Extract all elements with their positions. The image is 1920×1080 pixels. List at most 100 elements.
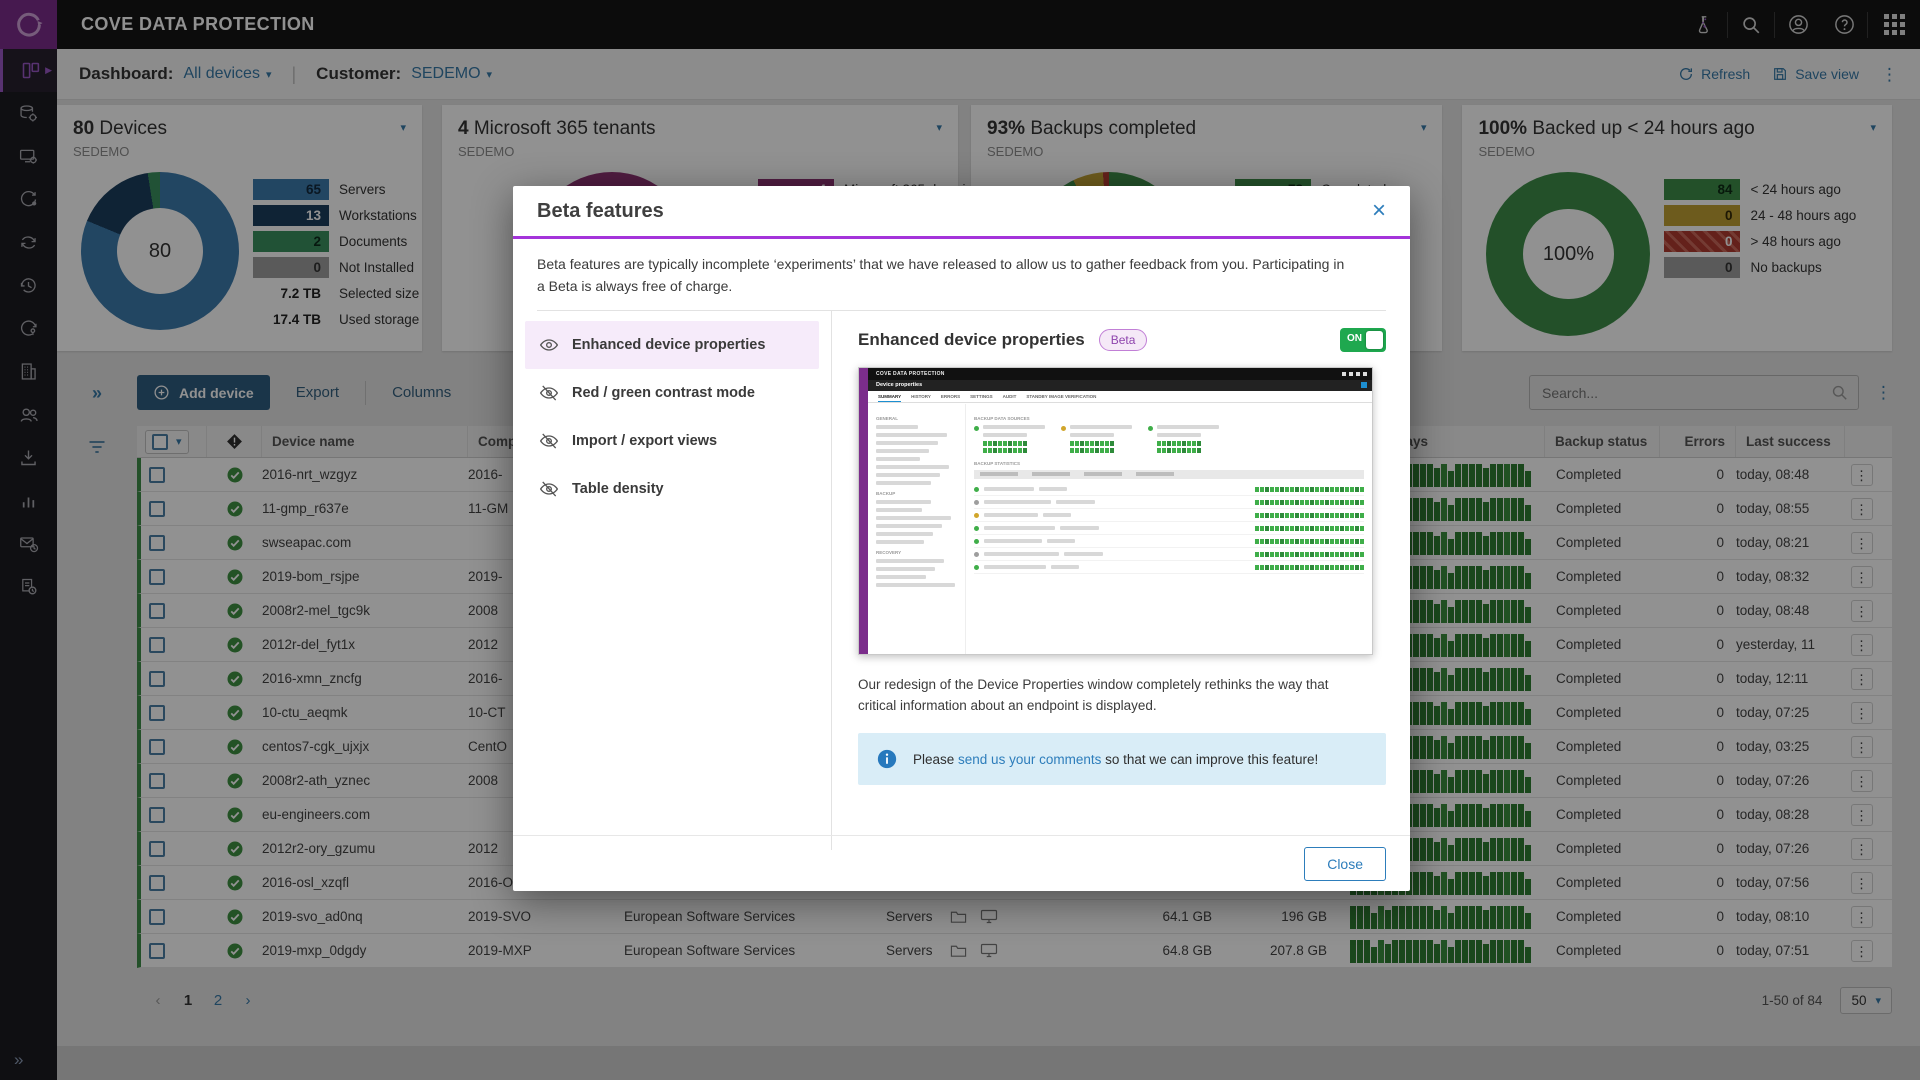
beta-feature-list: Enhanced device properties Red / green c… (513, 311, 831, 850)
preview-tab: AUDIT (1003, 394, 1017, 402)
skeleton-element (876, 425, 918, 429)
skeleton-element (1148, 425, 1219, 455)
skeleton-element (1051, 565, 1079, 569)
skeleton-element (974, 526, 979, 531)
skeleton-element (983, 425, 1045, 429)
modal-header: Beta features × (513, 186, 1410, 239)
skeleton-element (984, 487, 1034, 491)
feature-label: Enhanced device properties (572, 337, 765, 353)
skeleton-element (876, 500, 931, 504)
skeleton-element (983, 448, 1045, 453)
preview-tabs: SUMMARYHISTORYERRORSSETTINGSAUDITSTANDBY… (868, 391, 1372, 403)
skeleton-element: GENERAL (876, 416, 957, 421)
eye-off-icon (539, 431, 559, 451)
feedback-text: Please send us your comments so that we … (913, 752, 1318, 767)
feature-toggle[interactable]: ON (1340, 328, 1386, 352)
skeleton-element (1255, 487, 1364, 492)
skeleton-element (876, 575, 926, 579)
skeleton-element (876, 449, 929, 453)
skeleton-element (876, 524, 942, 528)
feature-detail-pane: Enhanced device properties Beta ON COVE … (831, 311, 1410, 850)
skeleton-element (876, 457, 920, 461)
skeleton-element (876, 532, 933, 536)
feature-item-enhanced-device-properties[interactable]: Enhanced device properties (525, 321, 819, 369)
skeleton-element (974, 535, 1364, 548)
skeleton-element (974, 470, 1364, 479)
modal-footer: Close (513, 835, 1410, 891)
skeleton-element (876, 567, 935, 571)
skeleton-element (984, 552, 1059, 556)
skeleton-element (974, 500, 979, 505)
modal-title: Beta features (537, 200, 664, 223)
skeleton-element (876, 473, 940, 477)
skeleton-element (1148, 426, 1153, 431)
feature-item-table-density[interactable]: Table density (525, 465, 819, 513)
eye-off-icon (539, 479, 559, 499)
skeleton-element (876, 540, 924, 544)
send-comments-link[interactable]: send us your comments (958, 752, 1101, 767)
skeleton-element (876, 481, 931, 485)
skeleton-element: GENERAL BACKUP RECOVERY (868, 404, 966, 654)
skeleton-element (984, 500, 1051, 504)
skeleton-element (1060, 526, 1099, 530)
feedback-callout: Please send us your comments so that we … (858, 733, 1386, 785)
skeleton-element (1157, 433, 1201, 437)
skeleton-element (974, 522, 1364, 535)
skeleton-element (983, 433, 1027, 437)
skeleton-element: BACKUP (876, 491, 957, 496)
skeleton-element (876, 441, 938, 445)
skeleton-element (974, 513, 979, 518)
feature-item-red-green-contrast[interactable]: Red / green contrast mode (525, 369, 819, 417)
skeleton-element (984, 513, 1038, 517)
info-icon (876, 748, 898, 770)
close-icon[interactable]: × (1372, 199, 1386, 223)
skeleton-element (1056, 500, 1095, 504)
preview-accent-square (1361, 382, 1367, 388)
skeleton-element (983, 425, 1045, 455)
skeleton-element (1070, 448, 1132, 453)
feature-label: Import / export views (572, 433, 717, 449)
skeleton-element (876, 465, 949, 469)
close-button[interactable]: Close (1304, 847, 1386, 881)
modal-description: Beta features are typically incomplete ‘… (513, 239, 1373, 310)
preview-window-controls (1342, 372, 1367, 376)
skeleton-element (974, 561, 1364, 574)
preview-brand-strip (859, 368, 868, 654)
skeleton-element (984, 539, 1042, 543)
skeleton-element (974, 425, 1364, 455)
skeleton-element (974, 483, 1364, 496)
skeleton-element (974, 565, 979, 570)
eye-icon (539, 335, 559, 355)
skeleton-element (1157, 448, 1219, 453)
skeleton-element (1157, 425, 1219, 429)
beta-features-modal: Beta features × Beta features are typica… (513, 186, 1410, 891)
beta-badge: Beta (1099, 329, 1148, 351)
preview-tab: ERRORS (941, 394, 960, 402)
skeleton-element (876, 433, 947, 437)
skeleton-element (1039, 487, 1067, 491)
skeleton-element (1061, 426, 1066, 431)
skeleton-element (983, 441, 1045, 446)
skeleton-element (1070, 425, 1132, 429)
preview-tab: HISTORY (911, 394, 931, 402)
feature-preview: COVE DATA PROTECTION Device properties S… (858, 367, 1373, 655)
skeleton-element (1043, 513, 1071, 517)
skeleton-element (1255, 539, 1364, 544)
feature-label: Red / green contrast mode (572, 385, 755, 401)
skeleton-element: RECOVERY (876, 550, 957, 555)
skeleton-element (974, 509, 1364, 522)
toggle-knob (1366, 331, 1383, 349)
preview-tab: SUMMARY (878, 394, 901, 402)
preview-body: GENERALBACKUPRECOVERYBACKUP DATA SOURCES… (868, 404, 1372, 654)
skeleton-element (1047, 539, 1075, 543)
preview-tab: SETTINGS (970, 394, 993, 402)
skeleton-element (974, 539, 979, 544)
skeleton-element (1070, 441, 1132, 446)
feature-detail-title: Enhanced device properties (858, 330, 1085, 350)
skeleton-element (876, 516, 951, 520)
skeleton-element (974, 552, 979, 557)
skeleton-element (1070, 425, 1132, 455)
skeleton-element (974, 426, 979, 431)
preview-titlebar: COVE DATA PROTECTION (868, 368, 1372, 380)
feature-item-import-export-views[interactable]: Import / export views (525, 417, 819, 465)
